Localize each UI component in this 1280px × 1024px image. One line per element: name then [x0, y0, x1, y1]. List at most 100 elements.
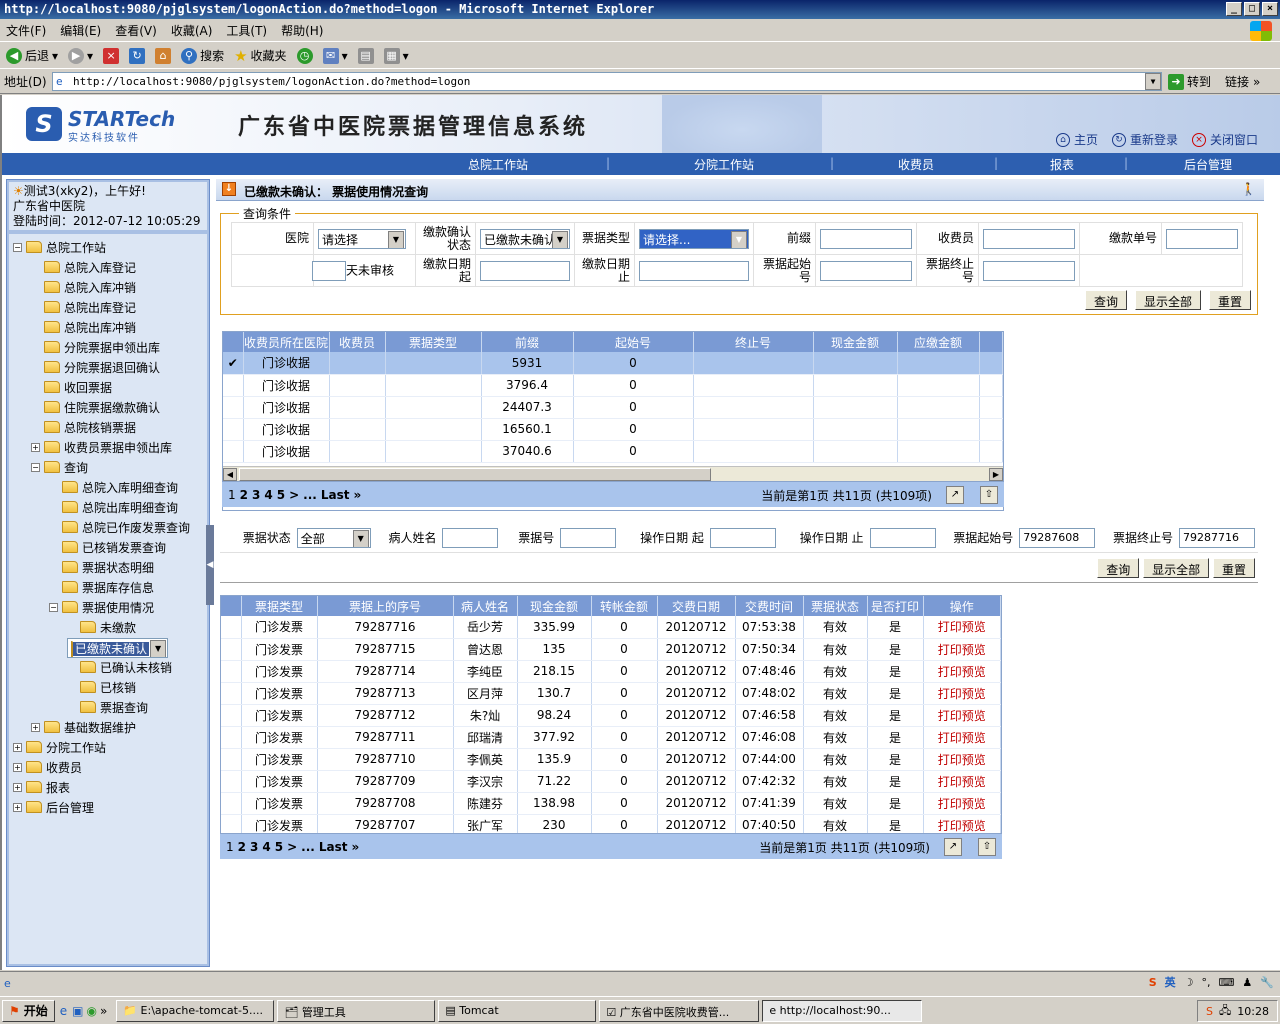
tree-item[interactable]: 总院入库冲销 — [31, 278, 136, 296]
tree-item[interactable]: − 查询 — [31, 458, 88, 476]
task-ie-localhost[interactable]: e http://localhost:90... — [762, 999, 923, 1022]
table-row[interactable]: 门诊收据 16560.1 0 — [223, 418, 1003, 441]
tree-item[interactable]: 住院票据缴款确认 — [31, 398, 160, 416]
tree-item[interactable]: + 分院工作站 — [13, 738, 106, 756]
page-link[interactable]: 4 — [262, 840, 270, 854]
start-no-input[interactable]: 79287608 — [1019, 527, 1096, 548]
close-window-link[interactable]: × 关闭窗口 — [1191, 131, 1258, 148]
pay-date-from-input[interactable] — [480, 260, 570, 281]
expand-toggle-icon[interactable]: − — [31, 462, 40, 472]
table-row[interactable]: 门诊发票 79287712 朱?灿 98.24 0 20120712 07:46:58 有效是… — [221, 704, 1001, 727]
top-arrow-icon[interactable]: ⇧ — [978, 838, 996, 856]
col-header[interactable]: 应缴金额 — [897, 332, 980, 352]
bill-no-input[interactable] — [560, 527, 617, 548]
patient-input[interactable] — [442, 527, 499, 548]
row-check-icon[interactable] — [223, 396, 244, 419]
print-preview-link[interactable]: 打印预览 — [923, 682, 1001, 705]
filter-reset-button[interactable]: 重置 — [1212, 557, 1255, 578]
tree-item[interactable]: 总院核销票据 — [31, 418, 136, 436]
col-header[interactable]: 现金金额 — [517, 596, 592, 616]
col-header[interactable]: 转帐金额 — [591, 596, 658, 616]
network-icon[interactable]: 🖧 — [1219, 1002, 1231, 1021]
page-link[interactable]: 3 — [252, 488, 260, 502]
nav-cashier[interactable]: 收费员 — [898, 156, 934, 173]
stop-button[interactable]: × — [101, 47, 121, 64]
col-header[interactable]: 现金金额 — [813, 332, 898, 352]
pay-date-to-input[interactable] — [639, 260, 749, 281]
back-button[interactable]: ◀ 后退 ▾ — [4, 47, 60, 64]
tree-item[interactable]: + 基础数据维护 — [31, 718, 136, 736]
task-hospital-system[interactable]: ☑ 广东省中医院收费管... — [599, 999, 760, 1022]
table-row[interactable]: 门诊发票 79287711 邱瑞清 377.92 0 20120712 07:46:08 有效… — [221, 726, 1001, 749]
quicklaunch-more-icon[interactable]: » — [100, 1004, 107, 1018]
scroll-right-icon[interactable]: ▶ — [989, 468, 1003, 481]
col-header[interactable]: 前缀 — [481, 332, 574, 352]
pay-no-input[interactable] — [1166, 228, 1238, 249]
col-header[interactable]: 病人姓名 — [453, 596, 518, 616]
go-button[interactable]: ➜ 转到 — [1168, 73, 1211, 90]
table-row[interactable]: 门诊收据 24407.3 0 — [223, 396, 1003, 419]
tree-item[interactable]: − 票据使用情况 — [49, 598, 154, 616]
col-header[interactable]: 起始号 — [573, 332, 694, 352]
tree-item[interactable]: 分院票据申领出库 — [31, 338, 160, 356]
expand-toggle-icon[interactable]: + — [31, 722, 40, 732]
table-row[interactable]: 门诊发票 79287708 陈建芬 138.98 0 20120712 07:41:39 有效… — [221, 792, 1001, 815]
forward-button[interactable]: ▶ ▾ — [66, 47, 95, 64]
tree-item[interactable]: 总院入库登记 — [31, 258, 136, 276]
tree-item[interactable]: 已核销发票查询 — [49, 538, 166, 556]
print-preview-link[interactable]: 打印预览 — [923, 660, 1001, 683]
tree-item[interactable]: 分院票据退回确认 — [31, 358, 160, 376]
row-check-icon[interactable]: ✔ — [223, 352, 244, 375]
table-row[interactable]: 门诊发票 79287716 岳少芳 335.99 0 20120712 07:53:38 有效… — [221, 616, 1001, 639]
search-button[interactable]: ⚲ 搜索 — [179, 47, 226, 64]
expand-toggle-icon[interactable]: + — [13, 762, 22, 772]
reset-button[interactable]: 重置 — [1208, 290, 1251, 310]
hospital-select[interactable]: 请选择 — [318, 228, 406, 249]
query-button[interactable]: 查询 — [1084, 290, 1127, 310]
col-header[interactable]: 票据类型 — [241, 596, 318, 616]
page-link[interactable]: 1 — [226, 840, 234, 854]
close-button[interactable]: × — [1262, 2, 1278, 16]
ie-quicklaunch-icon[interactable]: e — [60, 1004, 67, 1018]
bill-type-select[interactable]: 请选择... — [639, 228, 749, 249]
edit-button[interactable]: ▦ ▾ — [382, 47, 411, 64]
col-header[interactable]: 交费时间 — [735, 596, 804, 616]
ime-mode[interactable]: 英 — [1165, 974, 1176, 990]
minimize-button[interactable]: _ — [1226, 2, 1242, 16]
desktop-quicklaunch-icon[interactable]: ▣ — [72, 1004, 83, 1018]
table-row[interactable]: 门诊收据 37040.6 0 — [223, 440, 1003, 463]
row-check-icon[interactable] — [223, 440, 244, 463]
goto-page-icon[interactable]: ↗ — [944, 838, 962, 856]
page-link[interactable]: 2 — [240, 488, 248, 502]
end-no-input[interactable]: 79287716 — [1179, 527, 1255, 548]
tree-item[interactable]: 票据状态明细 — [49, 558, 154, 576]
print-preview-link[interactable]: 打印预览 — [923, 748, 1001, 771]
col-header[interactable]: 收费员所在医院 — [243, 332, 330, 352]
table-row[interactable]: 门诊收据 3796.4 0 — [223, 374, 1003, 397]
tree-item[interactable]: + 后台管理 — [13, 798, 94, 816]
print-preview-link[interactable]: 打印预览 — [923, 616, 1001, 639]
col-header[interactable]: 票据上的序号 — [317, 596, 454, 616]
links-button[interactable]: 链接 — [1225, 73, 1249, 90]
tree-item[interactable]: + 收费员 — [13, 758, 82, 776]
expand-toggle-icon[interactable]: − — [49, 602, 58, 612]
home-link[interactable]: ⌂ 主页 — [1055, 131, 1098, 148]
expand-toggle-icon[interactable]: + — [31, 442, 40, 452]
bill-start-input[interactable] — [820, 260, 912, 281]
col-header[interactable]: 票据类型 — [385, 332, 482, 352]
page-link[interactable]: » — [353, 488, 361, 502]
tree-item[interactable]: − 总院工作站 — [13, 238, 106, 256]
tree-item[interactable]: 已核销 — [67, 678, 136, 696]
print-preview-link[interactable]: 打印预览 — [923, 770, 1001, 793]
start-button[interactable]: ⚑ 开始 — [2, 999, 55, 1022]
menu-help[interactable]: 帮助(H) — [281, 22, 323, 39]
task-admin-tools[interactable]: 🗂 管理工具 — [277, 999, 436, 1022]
address-input[interactable]: e http://localhost:9080/pjglsystem/logon… — [52, 72, 1162, 91]
tree-item[interactable]: + 收费员票据申领出库 — [31, 438, 172, 456]
expand-toggle-icon[interactable]: + — [13, 742, 22, 752]
page-link[interactable]: > — [289, 488, 299, 502]
tree-item[interactable]: 已确认未核销 — [67, 658, 172, 676]
address-dropdown-icon[interactable]: ▼ — [1145, 73, 1161, 90]
tree-item[interactable]: 总院出库冲销 — [31, 318, 136, 336]
nav-branch-station[interactable]: 分院工作站 — [694, 156, 754, 173]
